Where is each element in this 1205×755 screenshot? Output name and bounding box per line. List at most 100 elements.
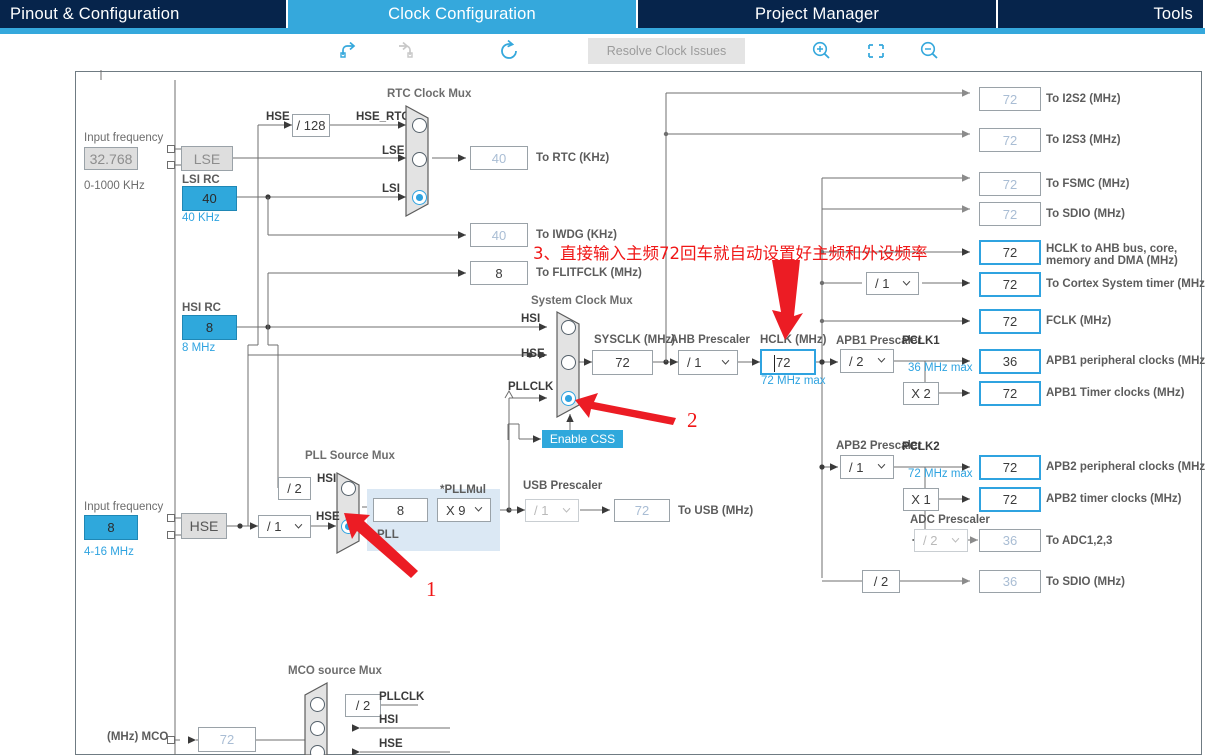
- apb1-timer-multiplier[interactable]: X 2: [903, 382, 939, 405]
- sysclk-mux-radio-pllclk[interactable]: [561, 391, 576, 406]
- tab-tools[interactable]: Tools: [998, 0, 1203, 28]
- to-sdio-top-value[interactable]: 72: [979, 202, 1041, 226]
- pll-hsi-divider[interactable]: / 2: [278, 477, 311, 500]
- hclk-ahb-label-line2: memory and DMA (MHz): [1046, 255, 1178, 267]
- hsi-rc-title: HSI RC: [182, 302, 221, 314]
- pllmul-select[interactable]: X 9: [437, 498, 491, 522]
- apb1-prescaler-value: / 2: [849, 353, 864, 369]
- ahb-prescaler-value: / 1: [687, 355, 702, 370]
- tab-label: Project Manager: [754, 4, 880, 23]
- pll-hse-divider-select[interactable]: / 1: [258, 515, 311, 538]
- rtc-mux-radio-lsi[interactable]: [412, 190, 427, 205]
- hse-range-label: 4-16 MHz: [84, 546, 134, 558]
- reset-icon[interactable]: [496, 38, 524, 64]
- mco-mux-radio-hsi[interactable]: [310, 721, 325, 736]
- pllmul-label: *PLLMul: [440, 484, 486, 496]
- fclk-value[interactable]: 72: [979, 309, 1041, 334]
- lse-input-frequency-field[interactable]: 32.768: [84, 147, 138, 170]
- pll-source-mux-radio-hse[interactable]: [341, 519, 356, 534]
- to-rtc-value[interactable]: 40: [470, 146, 528, 170]
- to-usb-value[interactable]: 72: [614, 499, 670, 522]
- chevron-down-icon: [562, 507, 571, 513]
- pll-zone-label: PLL: [377, 529, 399, 541]
- sysclk-value[interactable]: 72: [592, 350, 653, 375]
- lsi-rc-title: LSI RC: [182, 174, 220, 186]
- to-fsmc-value[interactable]: 72: [979, 172, 1041, 196]
- apb2-prescaler-select[interactable]: / 1: [840, 455, 894, 479]
- sysclk-mux-input-hsi-label: HSI: [521, 313, 541, 325]
- hse-port-in[interactable]: [167, 514, 175, 522]
- apb1-timer-clocks-value[interactable]: 72: [979, 381, 1041, 406]
- chevron-down-icon: [902, 280, 911, 286]
- lsi-rc-value[interactable]: 40: [182, 186, 237, 211]
- usb-prescaler-select[interactable]: / 1: [525, 499, 579, 522]
- to-sdio-bottom-value[interactable]: 36: [979, 570, 1041, 593]
- system-clock-mux-title: System Clock Mux: [531, 295, 633, 307]
- mco-input-hsi-label: HSI: [379, 714, 399, 726]
- hse-rtc-divider[interactable]: / 128: [292, 114, 330, 137]
- sysclk-mux-radio-hsi[interactable]: [561, 320, 576, 335]
- apb2-timer-multiplier[interactable]: X 1: [903, 488, 939, 511]
- to-flitfclk-value[interactable]: 8: [470, 261, 528, 285]
- fit-to-screen-icon[interactable]: [862, 38, 890, 64]
- apb1-peripheral-clocks-value[interactable]: 36: [979, 349, 1041, 374]
- enable-css-button[interactable]: Enable CSS: [542, 430, 623, 448]
- redo-icon[interactable]: [392, 38, 420, 64]
- hse-oscillator-box[interactable]: HSE: [181, 513, 227, 539]
- tab-label: Clock Configuration: [388, 4, 536, 23]
- mco-output-value[interactable]: 72: [198, 727, 256, 752]
- to-i2s2-value[interactable]: 72: [979, 87, 1041, 111]
- apb1-prescaler-select[interactable]: / 2: [840, 349, 894, 373]
- pclk2-label: PCLK2: [902, 441, 940, 453]
- hclk-ahb-label-line1: HCLK to AHB bus, core,: [1046, 243, 1178, 255]
- hse-port-out[interactable]: [167, 531, 175, 539]
- fclk-label: FCLK (MHz): [1046, 315, 1112, 327]
- to-iwdg-value[interactable]: 40: [470, 223, 528, 247]
- apb2-timer-clocks-value[interactable]: 72: [979, 487, 1041, 512]
- zoom-out-icon[interactable]: [916, 38, 944, 64]
- sysclk-mux-input-hse-label: HSE: [521, 348, 545, 360]
- cortex-timer-value[interactable]: 72: [979, 272, 1041, 297]
- lse-port-in[interactable]: [167, 145, 175, 153]
- pll-source-mux-radio-hsi[interactable]: [341, 481, 356, 496]
- lse-range-label: 0-1000 KHz: [84, 180, 145, 192]
- tab-project-manager[interactable]: Project Manager: [638, 0, 998, 28]
- apb2-peripheral-clocks-value[interactable]: 72: [979, 455, 1041, 480]
- to-adc-value[interactable]: 36: [979, 529, 1041, 552]
- annotation-2-number: 2: [687, 408, 698, 432]
- sdio-bottom-divider[interactable]: / 2: [862, 570, 900, 593]
- tab-clock-configuration[interactable]: Clock Configuration: [288, 0, 638, 28]
- adc-prescaler-select[interactable]: / 2: [914, 529, 968, 552]
- to-i2s3-value[interactable]: 72: [979, 128, 1041, 152]
- undo-icon[interactable]: [337, 38, 365, 64]
- rtc-mux-radio-hse-rtc[interactable]: [412, 118, 427, 133]
- pll-input-value[interactable]: 8: [373, 498, 428, 522]
- mco-source-mux-shape[interactable]: [304, 682, 334, 755]
- cortex-prescaler-select[interactable]: / 1: [866, 272, 919, 295]
- hsi-rc-value[interactable]: 8: [182, 315, 237, 340]
- usb-prescaler-label: USB Prescaler: [523, 480, 603, 492]
- rtc-mux-radio-lse[interactable]: [412, 152, 427, 167]
- hclk-ahb-value[interactable]: 72: [979, 240, 1041, 265]
- mco-port[interactable]: [167, 736, 175, 744]
- mco-pll-divider[interactable]: / 2: [345, 694, 381, 717]
- mco-input-hse-label: HSE: [379, 738, 403, 750]
- resolve-clock-issues-button[interactable]: Resolve Clock Issues: [588, 38, 745, 64]
- hse-input-frequency-field[interactable]: 8: [84, 515, 138, 540]
- pllmul-value: X 9: [446, 502, 466, 518]
- to-usb-label: To USB (MHz): [678, 505, 754, 517]
- zoom-in-icon[interactable]: [808, 38, 836, 64]
- ahb-prescaler-select[interactable]: / 1: [678, 350, 738, 375]
- canvas-vertical-scrollbar[interactable]: [1201, 71, 1205, 755]
- apb1-max-label: 36 MHz max: [908, 362, 973, 374]
- mco-mux-radio-hse[interactable]: [310, 745, 325, 755]
- lse-port-out[interactable]: [167, 161, 175, 169]
- pclk1-label: PCLK1: [902, 335, 940, 347]
- chevron-down-icon: [951, 537, 960, 543]
- mco-mux-radio-pllclk[interactable]: [310, 697, 325, 712]
- lse-oscillator-box[interactable]: LSE: [181, 146, 233, 171]
- tab-pinout-configuration[interactable]: Pinout & Configuration: [0, 0, 288, 28]
- hclk-input[interactable]: 72: [760, 349, 816, 375]
- sysclk-mux-radio-hse[interactable]: [561, 355, 576, 370]
- to-fsmc-label: To FSMC (MHz): [1046, 178, 1130, 190]
